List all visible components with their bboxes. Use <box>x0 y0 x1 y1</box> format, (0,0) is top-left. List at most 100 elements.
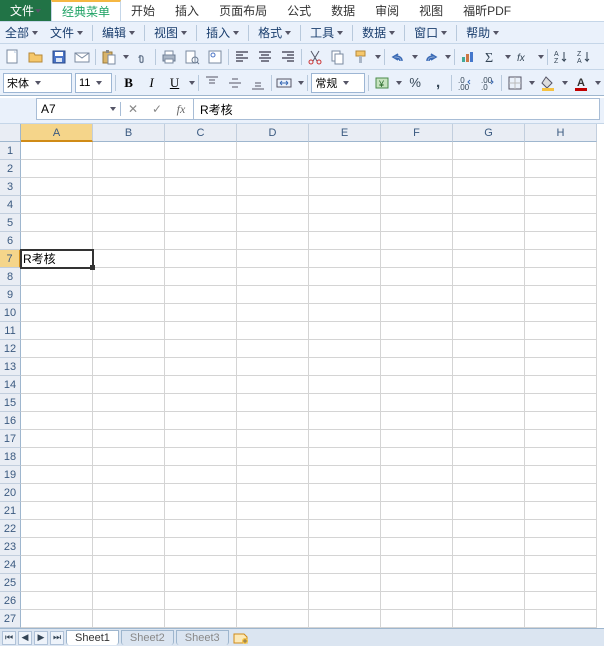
cell[interactable] <box>165 286 237 304</box>
cancel-formula-button[interactable]: ✕ <box>121 99 145 119</box>
align-center-button[interactable] <box>255 47 275 67</box>
align-left-button[interactable] <box>232 47 252 67</box>
cell[interactable] <box>309 538 381 556</box>
cell[interactable] <box>93 322 165 340</box>
cell[interactable] <box>453 304 525 322</box>
formula-input[interactable]: R考核 <box>194 101 599 118</box>
cell[interactable] <box>309 466 381 484</box>
attach-button[interactable] <box>132 47 152 67</box>
tab-foxit-pdf[interactable]: 福昕PDF <box>453 0 521 21</box>
cell[interactable] <box>237 610 309 628</box>
cell[interactable] <box>165 376 237 394</box>
cell[interactable] <box>525 592 597 610</box>
cell[interactable] <box>237 322 309 340</box>
row-header[interactable]: 7 <box>0 250 21 268</box>
tab-formulas[interactable]: 公式 <box>277 0 321 21</box>
row-header[interactable]: 22 <box>0 520 21 538</box>
cell[interactable] <box>453 556 525 574</box>
row-header[interactable]: 23 <box>0 538 21 556</box>
cell[interactable] <box>525 448 597 466</box>
cell[interactable] <box>237 214 309 232</box>
cell[interactable] <box>237 448 309 466</box>
merge-cells-button[interactable] <box>274 73 294 93</box>
menu-all[interactable]: 全部 <box>2 24 41 41</box>
row-header[interactable]: 11 <box>0 322 21 340</box>
dropdown-icon[interactable] <box>396 81 402 85</box>
cell[interactable] <box>21 376 93 394</box>
cell[interactable] <box>237 268 309 286</box>
column-header[interactable]: F <box>381 124 453 142</box>
cell[interactable] <box>381 286 453 304</box>
cell[interactable] <box>165 574 237 592</box>
chart-button[interactable] <box>458 47 478 67</box>
cell[interactable] <box>453 160 525 178</box>
cell[interactable] <box>381 448 453 466</box>
cell[interactable] <box>525 142 597 160</box>
cell[interactable] <box>93 394 165 412</box>
menu-insert[interactable]: 插入 <box>203 24 242 41</box>
comma-button[interactable]: , <box>428 73 448 93</box>
cell[interactable] <box>21 502 93 520</box>
cell[interactable] <box>525 232 597 250</box>
cell[interactable] <box>381 250 453 268</box>
cell[interactable] <box>165 394 237 412</box>
row-header[interactable]: 6 <box>0 232 21 250</box>
row-header[interactable]: 9 <box>0 286 21 304</box>
cell[interactable] <box>237 574 309 592</box>
borders-button[interactable] <box>505 73 525 93</box>
cell[interactable] <box>237 196 309 214</box>
cell[interactable] <box>165 178 237 196</box>
cell[interactable] <box>381 322 453 340</box>
cell[interactable] <box>93 178 165 196</box>
copy-button[interactable] <box>328 47 348 67</box>
cell[interactable] <box>453 196 525 214</box>
cell[interactable] <box>165 250 237 268</box>
cell[interactable] <box>21 430 93 448</box>
cell[interactable] <box>525 520 597 538</box>
dropdown-icon[interactable] <box>538 55 544 59</box>
cell[interactable] <box>381 484 453 502</box>
row-header[interactable]: 21 <box>0 502 21 520</box>
cell[interactable] <box>93 250 165 268</box>
sheet-nav-last[interactable]: ⏭ <box>50 631 64 645</box>
menu-tools[interactable]: 工具 <box>307 24 346 41</box>
cell[interactable] <box>237 250 309 268</box>
cell[interactable] <box>309 610 381 628</box>
valign-bottom-button[interactable] <box>248 73 268 93</box>
cell[interactable] <box>381 394 453 412</box>
dropdown-icon[interactable] <box>445 55 451 59</box>
cell[interactable] <box>93 484 165 502</box>
cell[interactable] <box>165 412 237 430</box>
cell[interactable] <box>93 538 165 556</box>
cell[interactable] <box>525 502 597 520</box>
cell[interactable] <box>165 304 237 322</box>
cell[interactable] <box>381 142 453 160</box>
open-button[interactable] <box>26 47 46 67</box>
cell[interactable] <box>93 574 165 592</box>
menu-file[interactable]: 文件 <box>47 24 86 41</box>
cell[interactable] <box>381 574 453 592</box>
cell[interactable] <box>165 358 237 376</box>
menu-edit[interactable]: 编辑 <box>99 24 138 41</box>
tab-file[interactable]: 文件 <box>0 0 51 21</box>
cell[interactable] <box>453 610 525 628</box>
cell[interactable] <box>381 268 453 286</box>
column-header[interactable]: C <box>165 124 237 142</box>
cell[interactable] <box>381 304 453 322</box>
row-header[interactable]: 3 <box>0 178 21 196</box>
cell[interactable] <box>165 466 237 484</box>
cell[interactable] <box>93 214 165 232</box>
dropdown-icon[interactable] <box>412 55 418 59</box>
dropdown-icon[interactable] <box>375 55 381 59</box>
cell[interactable] <box>237 412 309 430</box>
paste-button[interactable] <box>99 47 119 67</box>
cell[interactable] <box>453 520 525 538</box>
cell[interactable] <box>165 322 237 340</box>
row-header[interactable]: 26 <box>0 592 21 610</box>
cell[interactable] <box>381 214 453 232</box>
print-preview-button[interactable] <box>182 47 202 67</box>
cell[interactable] <box>381 556 453 574</box>
row-header[interactable]: 24 <box>0 556 21 574</box>
cell[interactable] <box>309 214 381 232</box>
cell[interactable] <box>309 412 381 430</box>
